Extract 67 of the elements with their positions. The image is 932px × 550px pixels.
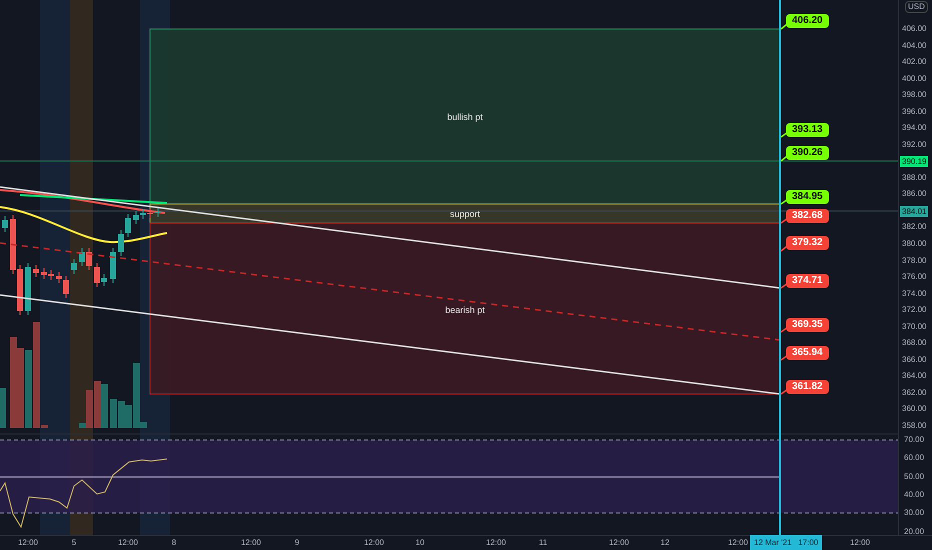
rsi-tick-label: 60.00 xyxy=(904,453,924,464)
zone-label: support xyxy=(448,208,482,220)
price-tick-label: 358.00 xyxy=(902,420,926,431)
volume-bar xyxy=(0,388,6,428)
zone-label: bullish pt xyxy=(446,111,484,123)
time-tick-label: 12:00 xyxy=(608,538,630,548)
price-tick-label: 380.00 xyxy=(902,239,926,250)
rsi-tick-label: 30.00 xyxy=(904,508,924,518)
price-tick-label: 398.00 xyxy=(902,90,926,100)
price-marker: 390.19 xyxy=(900,156,928,167)
time-tick-label: 12:00 xyxy=(116,538,140,548)
currency-label: USD xyxy=(905,1,928,13)
price-tick-label: 404.00 xyxy=(902,40,926,51)
candlestick xyxy=(25,262,31,316)
time-tick-label: 8 xyxy=(170,538,178,548)
price-callout: 406.20 xyxy=(786,14,829,28)
price-tick-label: 364.00 xyxy=(902,371,926,382)
price-callout: 379.32 xyxy=(786,236,829,250)
time-tick-label: 12:00 xyxy=(240,538,262,548)
time-tick-label: 12:00 xyxy=(848,538,872,548)
candlestick xyxy=(2,216,8,232)
price-callout: 382.68 xyxy=(786,209,829,223)
price-callout: 384.95 xyxy=(786,190,829,204)
rsi-tick-label: 40.00 xyxy=(904,490,924,500)
time-tick-label: 9 xyxy=(294,538,300,548)
price-tick-label: 388.00 xyxy=(902,172,926,183)
time-tick-label: 12:00 xyxy=(16,538,40,548)
price-tick-label: 400.00 xyxy=(902,74,926,84)
price-tick-label: 406.00 xyxy=(902,24,926,34)
time-tick-label: 5 xyxy=(70,538,78,548)
candlestick xyxy=(71,258,77,274)
price-callout: 365.94 xyxy=(786,346,829,360)
time-tick-label: 12:00 xyxy=(484,538,508,548)
time-tick-label: 12:00 xyxy=(726,538,750,548)
crosshair-time-label: 12 Mar '21 17:00 xyxy=(750,535,822,550)
price-tick-label: 396.00 xyxy=(902,106,926,117)
price-tick-label: 402.00 xyxy=(902,57,926,68)
time-tick-label: 11 xyxy=(538,538,548,548)
price-tick-label: 368.00 xyxy=(902,338,926,348)
rsi-tick-label: 20.00 xyxy=(904,526,924,536)
price-tick-label: 372.00 xyxy=(902,305,926,316)
price-tick-label: 370.00 xyxy=(902,322,926,332)
candlestick xyxy=(33,264,39,278)
price-tick-label: 382.00 xyxy=(902,222,926,232)
price-tick-label: 392.00 xyxy=(902,140,926,150)
price-tick-label: 366.00 xyxy=(902,354,926,365)
candlestick xyxy=(155,208,161,218)
price-tick-label: 386.00 xyxy=(902,189,926,200)
price-tick-label: 374.00 xyxy=(902,288,926,299)
time-tick-label: 12:00 xyxy=(362,538,386,548)
price-callout: 374.71 xyxy=(786,274,829,288)
price-tick-label: 362.00 xyxy=(902,388,926,398)
price-callout: 361.82 xyxy=(786,380,829,394)
rsi-tick-label: 50.00 xyxy=(904,472,924,482)
time-tick-label: 10 xyxy=(414,538,426,548)
rsi-tick-label: 70.00 xyxy=(904,435,924,445)
candlestick xyxy=(110,248,116,284)
price-tick-label: 378.00 xyxy=(902,256,926,266)
price-tick-label: 360.00 xyxy=(902,404,926,414)
price-callout: 390.26 xyxy=(786,146,829,160)
price-callout: 393.13 xyxy=(786,123,829,137)
time-tick-label: 12 xyxy=(660,538,670,548)
price-tick-label: 376.00 xyxy=(902,272,926,282)
price-tick-label: 394.00 xyxy=(902,123,926,134)
zone-label: bearish pt xyxy=(444,304,486,316)
price-marker: 384.01 xyxy=(900,206,928,217)
price-callout: 369.35 xyxy=(786,318,829,332)
